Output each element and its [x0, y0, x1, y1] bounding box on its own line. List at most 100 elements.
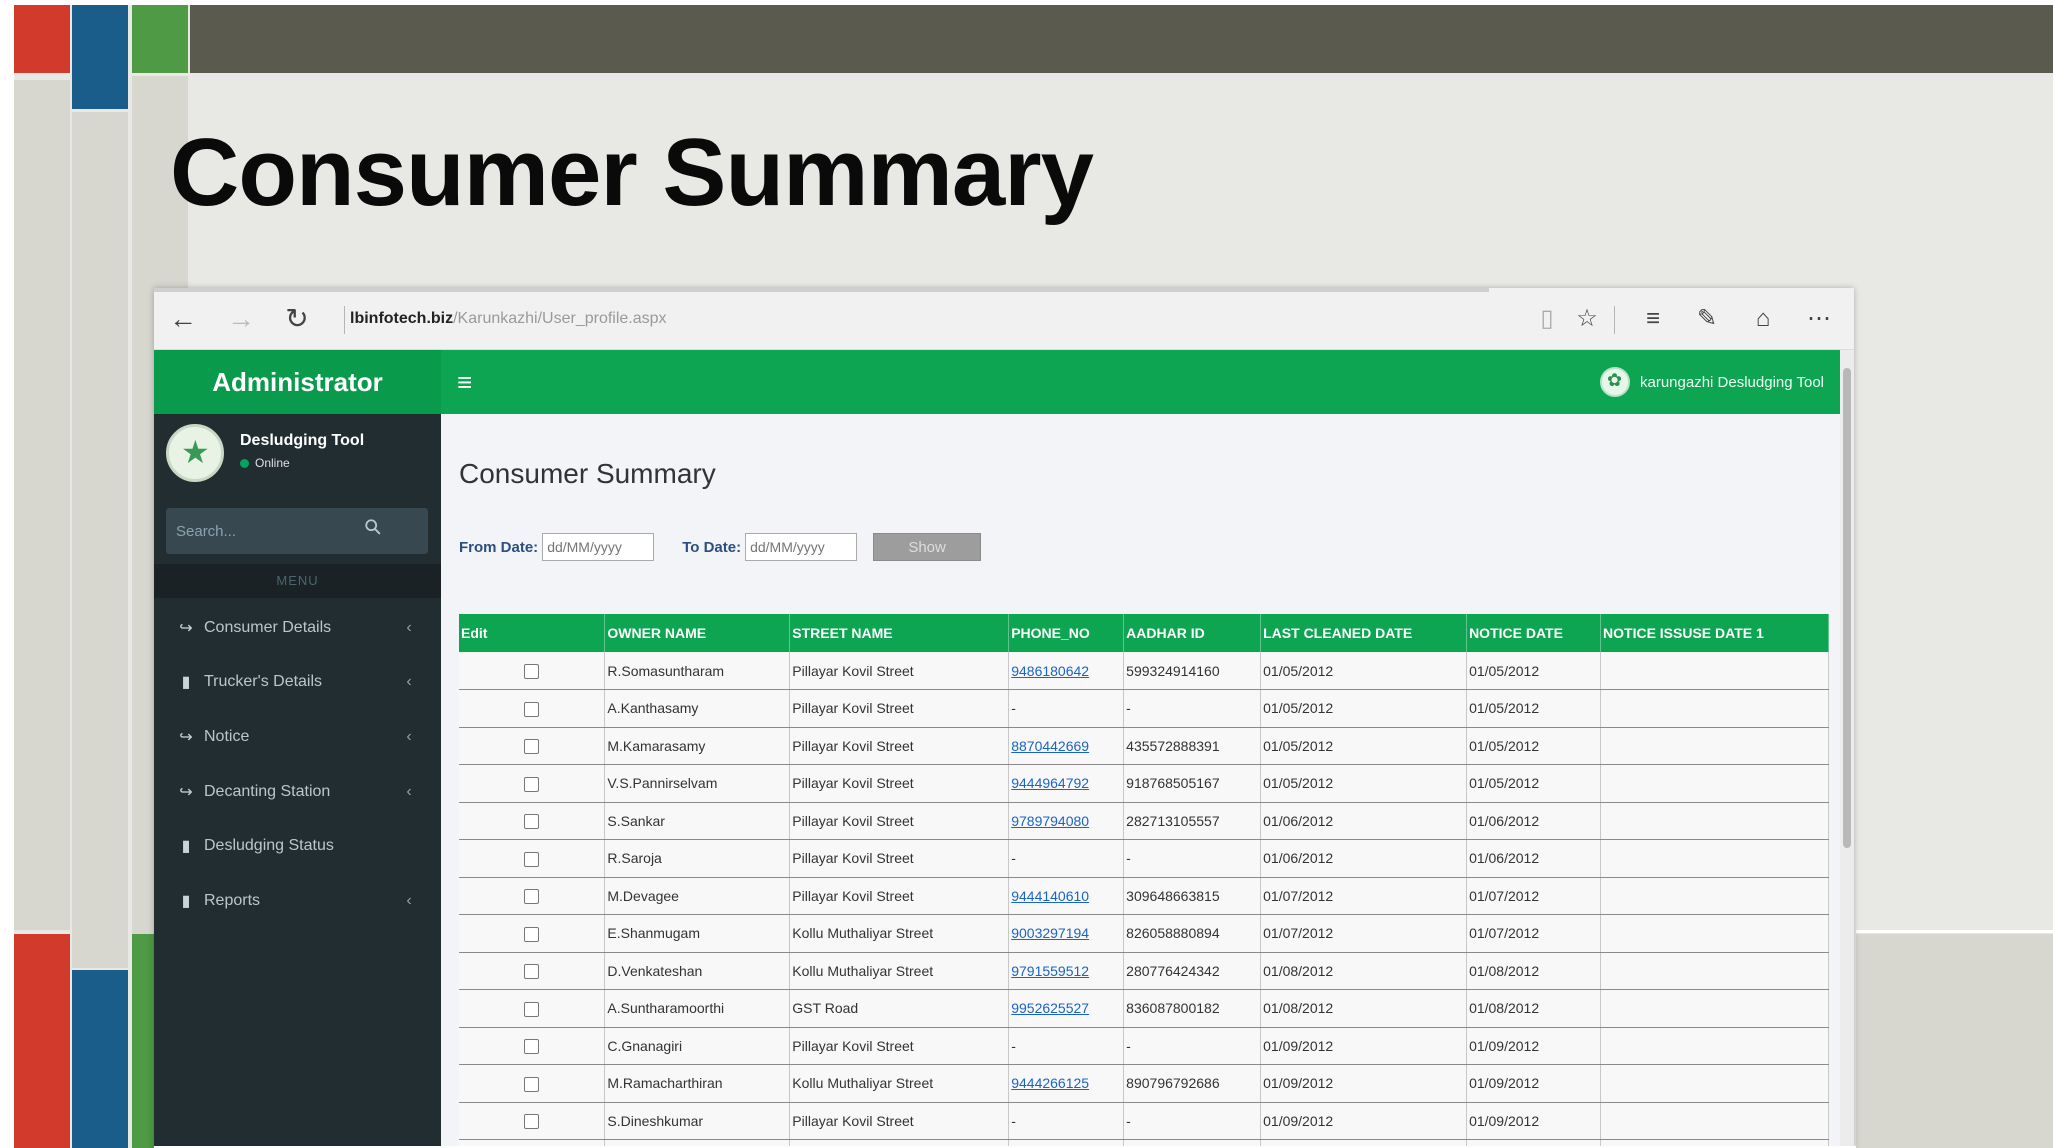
aadhar-cell: 890796792686 — [1123, 1064, 1262, 1103]
edit-checkbox[interactable] — [524, 1114, 540, 1130]
col-header-last-cleaned-date[interactable]: LAST CLEANED DATE — [1260, 614, 1468, 652]
edit-checkbox[interactable] — [524, 663, 540, 679]
deco-green-block-bottom — [132, 934, 154, 1148]
phone-cell: - — [1008, 1027, 1125, 1065]
sidebar-item-label: Notice — [204, 728, 250, 745]
sidebar-item-notice[interactable]: ↪ Notice ‹ — [154, 711, 441, 763]
sidebar: Desludging Tool Online MENU ↪ Consumer D… — [154, 414, 441, 1148]
edit-checkbox[interactable] — [524, 851, 540, 867]
table-row: R.Somasuntharam Pillayar Kovil Street 94… — [459, 652, 1829, 690]
phone-link[interactable]: 9444964792 — [1011, 775, 1089, 791]
sidebar-item-desludging-status[interactable]: ▮ Desludging Status — [154, 820, 441, 872]
col-header-street-name[interactable]: STREET NAME — [789, 614, 1010, 652]
menu-header: MENU — [154, 564, 441, 598]
phone-cell: 9952625527 — [1008, 989, 1125, 1028]
phone-link[interactable]: 9003297194 — [1011, 925, 1089, 941]
aadhar-cell: 309648663815 — [1123, 877, 1262, 915]
page-load-progress — [154, 288, 1489, 292]
col-header-phone-no[interactable]: PHONE_NO — [1008, 614, 1125, 652]
edit-checkbox[interactable] — [524, 889, 540, 905]
edit-checkbox[interactable] — [524, 814, 540, 830]
col-header-notice-date[interactable]: NOTICE DATE — [1466, 614, 1602, 652]
sidebar-item-truckers-details[interactable]: ▮ Trucker's Details ‹ — [154, 656, 441, 708]
book-icon: ▮ — [181, 674, 191, 691]
main-content: Consumer Summary From Date: To Date: Sho… — [441, 414, 1840, 1148]
street-name-cell: Kollu Muthaliyar Street — [789, 914, 1010, 953]
phone-cell: 9789794080 — [1008, 802, 1125, 840]
notice-date-cell: 01/08/2012 — [1466, 989, 1602, 1028]
more-icon[interactable]: ⋯ — [1802, 302, 1836, 336]
edit-checkbox[interactable] — [524, 1001, 540, 1017]
aadhar-cell: 918768505167 — [1123, 764, 1262, 803]
notice-issue-cell — [1600, 652, 1829, 690]
col-header-owner-name[interactable]: OWNER NAME — [604, 614, 791, 652]
phone-link[interactable]: 9444140610 — [1011, 888, 1089, 904]
header-user-menu[interactable]: karungazhi Desludging Tool — [1599, 367, 1824, 397]
notice-date-cell: 01/06/2012 — [1466, 802, 1602, 840]
notice-issue-cell — [1600, 1102, 1829, 1140]
edit-checkbox[interactable] — [524, 1039, 540, 1055]
edit-cell — [459, 1102, 606, 1140]
col-header-aadhar-id[interactable]: AADHAR ID — [1123, 614, 1262, 652]
refresh-button[interactable]: ↻ — [280, 302, 314, 336]
owner-name-cell: A.Suntharamoorthi — [604, 989, 791, 1028]
chevron-left-icon: ‹ — [406, 892, 412, 909]
share-icon[interactable]: ⌂ — [1746, 302, 1780, 336]
edit-checkbox[interactable] — [524, 964, 540, 980]
show-button[interactable]: Show — [873, 533, 982, 561]
owner-name-cell: C.Gnanagiri — [604, 1027, 791, 1065]
phone-cell: - — [1008, 1102, 1125, 1140]
notice-date-cell: 01/09/2012 — [1466, 1064, 1602, 1103]
col-header-notice-issue-date-1[interactable]: NOTICE ISSUSE DATE 1 — [1600, 614, 1829, 652]
phone-cell: 9791559512 — [1008, 952, 1125, 990]
page-scrollbar[interactable] — [1840, 350, 1854, 1148]
col-header-edit[interactable]: Edit — [459, 614, 606, 652]
sidebar-item-reports[interactable]: ▮ Reports ‹ — [154, 875, 441, 927]
address-bar[interactable]: lbinfotech.biz/Karunkazhi/User_profile.a… — [350, 310, 667, 328]
edit-checkbox[interactable] — [524, 739, 540, 755]
notice-issue-cell — [1600, 727, 1829, 765]
phone-link[interactable]: 9789794080 — [1011, 813, 1089, 829]
sidebar-item-consumer-details[interactable]: ↪ Consumer Details ‹ — [154, 602, 441, 654]
last-cleaned-cell: 01/05/2012 — [1260, 764, 1468, 803]
edit-cell — [459, 1064, 606, 1103]
search-icon[interactable] — [364, 518, 382, 536]
edit-checkbox[interactable] — [524, 1076, 540, 1092]
owner-name-cell: R.Somasuntharam — [604, 652, 791, 690]
phone-cell: 9486180642 — [1008, 652, 1125, 690]
scrollbar-thumb[interactable] — [1843, 368, 1851, 848]
to-date-input[interactable] — [745, 533, 858, 561]
phone-link[interactable]: 9791559512 — [1011, 963, 1089, 979]
phone-link[interactable]: 9952625527 — [1011, 1000, 1089, 1016]
phone-link[interactable]: 9486180642 — [1011, 663, 1089, 679]
brand-title[interactable]: Administrator — [154, 350, 441, 414]
deco-green-block-top — [132, 5, 188, 73]
hub-icon[interactable]: ≡ — [1636, 302, 1670, 336]
web-note-icon[interactable]: ✎ — [1690, 302, 1724, 336]
last-cleaned-cell: 01/07/2012 — [1260, 877, 1468, 915]
table-row: S.Sankar Pillayar Kovil Street 978979408… — [459, 802, 1829, 840]
forward-button[interactable]: → — [224, 302, 258, 336]
edit-checkbox[interactable] — [524, 926, 540, 942]
sidebar-item-decanting-station[interactable]: ↪ Decanting Station ‹ — [154, 766, 441, 818]
notice-issue-cell — [1600, 839, 1829, 878]
reading-view-icon[interactable]: ▯ — [1530, 302, 1564, 336]
edit-cell — [459, 689, 606, 728]
last-cleaned-cell: 01/07/2012 — [1260, 914, 1468, 953]
favorite-star-icon[interactable]: ☆ — [1570, 302, 1604, 336]
search-input[interactable] — [176, 516, 376, 546]
sidebar-item-label: Decanting Station — [204, 783, 331, 800]
phone-link[interactable]: 9444266125 — [1011, 1075, 1089, 1091]
last-cleaned-cell: 01/09/2012 — [1260, 1102, 1468, 1140]
phone-link[interactable]: 8870442669 — [1011, 738, 1089, 754]
from-date-input[interactable] — [542, 533, 655, 561]
owner-name-cell: E.Shanmugam — [604, 914, 791, 953]
edit-checkbox[interactable] — [524, 701, 540, 717]
notice-date-cell: 01/09/2012 — [1466, 1102, 1602, 1140]
table-row: A.Kanthasamy Pillayar Kovil Street - - 0… — [459, 689, 1829, 728]
edit-checkbox[interactable] — [524, 776, 540, 792]
back-button[interactable]: ← — [166, 302, 200, 336]
url-host: lbinfotech.biz — [350, 310, 454, 327]
notice-issue-cell — [1600, 914, 1829, 953]
sidebar-toggle-icon[interactable]: ≡ — [457, 366, 472, 398]
